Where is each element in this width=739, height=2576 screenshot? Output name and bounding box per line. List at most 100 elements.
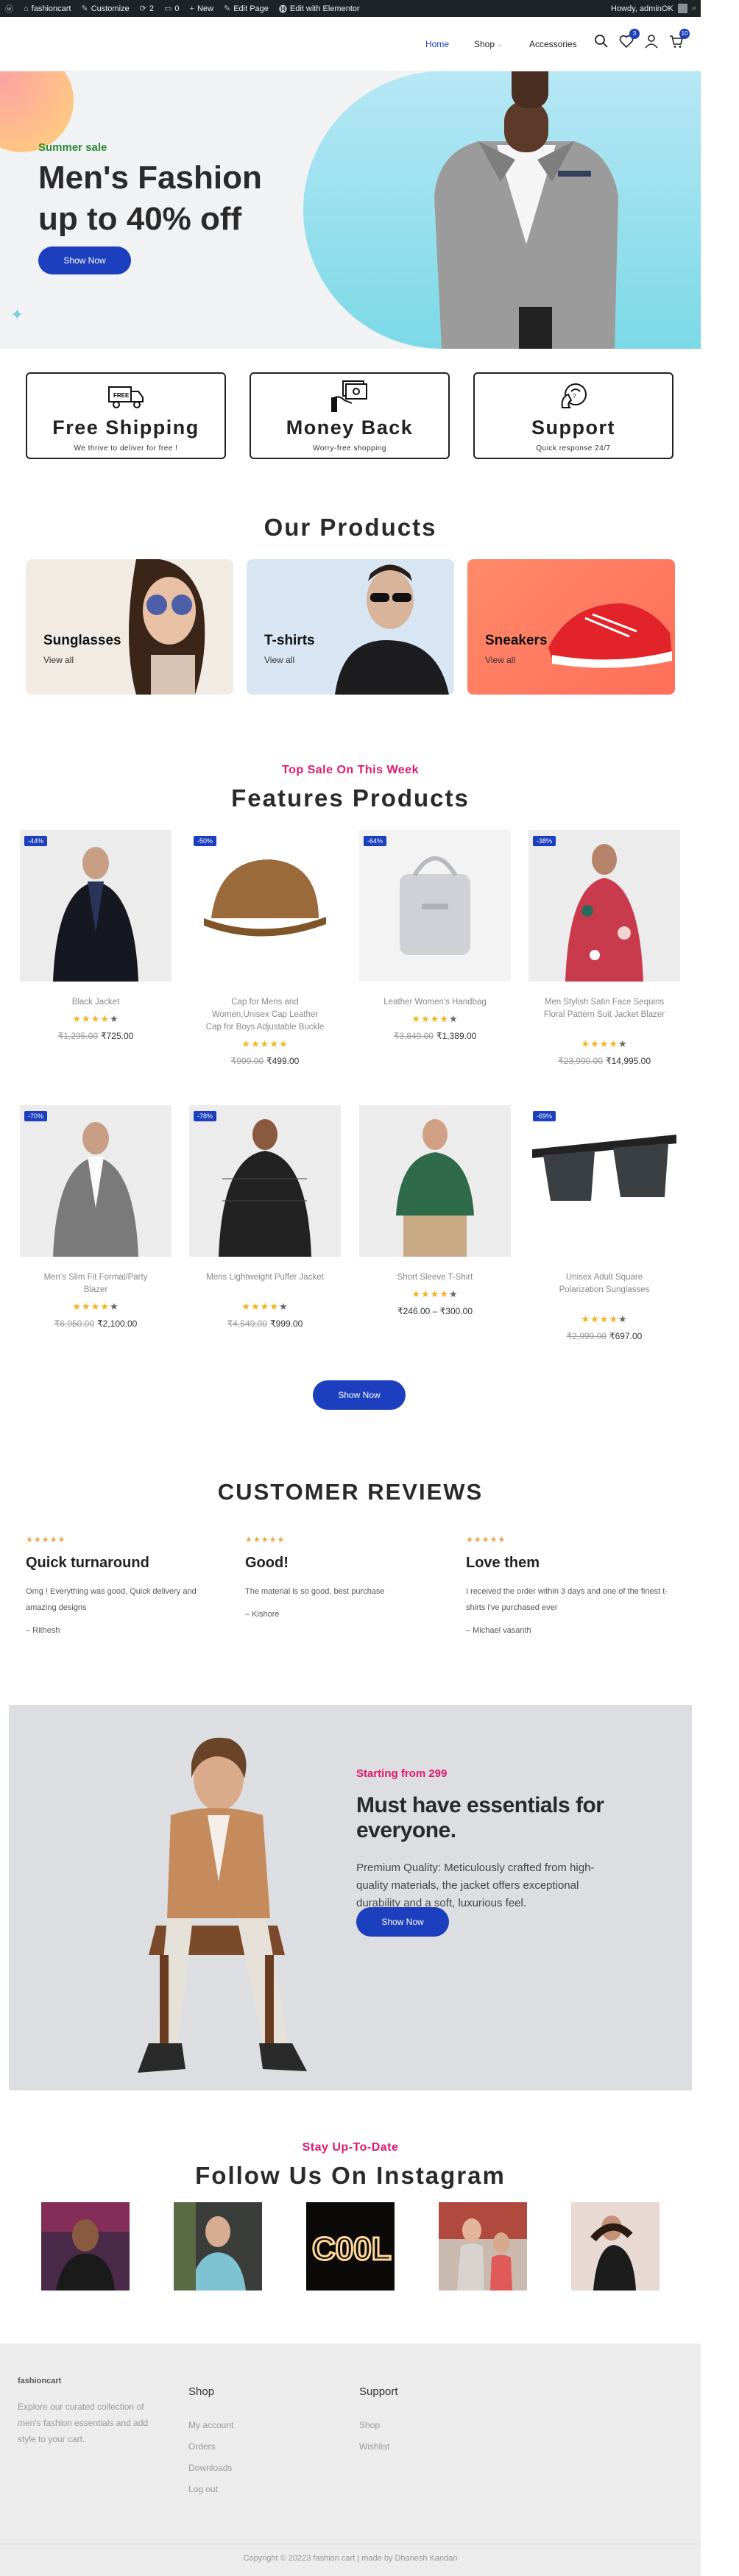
product-card[interactable]: -70% Men's Slim Fit Formal/Party Blazer ★★… — [20, 1105, 172, 1341]
footer-link-log-out[interactable]: Log out — [188, 2484, 218, 2494]
review-title: Good! — [245, 1555, 289, 1571]
product-image[interactable]: -50% — [189, 830, 341, 982]
category-card-sunglasses[interactable]: Sunglasses View all — [26, 559, 233, 695]
our-products-title: Our Products — [264, 514, 437, 541]
money-icon — [331, 380, 367, 412]
admin-bar: ⓦ ⌂ fashioncart ✎ Customize ⟳ 2 ▭ 0 + New ✎ Ed… — [0, 0, 701, 17]
instagram-photo[interactable] — [174, 2202, 262, 2291]
admin-comments-link[interactable]: ▭ 0 — [159, 0, 185, 17]
product-image[interactable]: -78% — [189, 1105, 341, 1257]
featured-show-now-button[interactable]: Show Now — [313, 1380, 406, 1410]
product-rating-stars: ★★★★★ — [411, 1288, 459, 1299]
promo-show-now-button[interactable]: Show Now — [356, 1907, 449, 1937]
admin-edit-page-link[interactable]: ✎ Edit Page — [219, 0, 274, 17]
product-name[interactable]: Black Jacket — [20, 996, 172, 1009]
wishlist-heart-icon[interactable]: 3 — [618, 29, 640, 49]
review-author: – Rithesh — [26, 1626, 60, 1635]
product-old-price: ₹1,295.00 — [57, 1031, 98, 1041]
instagram-title: Follow Us On Instagram — [195, 2162, 506, 2189]
product-card[interactable]: -44% Black Jacket ★★★★★ ₹1,295.00 ₹725.00 — [20, 830, 172, 1065]
product-name[interactable]: Unisex Adult Square Polarization Sunglas… — [528, 1271, 680, 1296]
nav-home[interactable]: Home — [425, 17, 449, 71]
product-name[interactable]: Short Sleeve T-Shirt — [359, 1271, 511, 1284]
avatar[interactable] — [677, 4, 687, 13]
product-card[interactable]: Short Sleeve T-Shirt ★★★★★ ₹246.00 – ₹300.… — [359, 1105, 511, 1341]
instagram-photo-image — [571, 2202, 660, 2291]
admin-user-greeting[interactable]: Howdy, adminOK — [611, 4, 673, 13]
product-name[interactable]: Cap for Mens and Women,Unisex Cap Leathe… — [189, 996, 341, 1034]
svg-text:FREE: FREE — [113, 392, 130, 399]
admin-elementor-link[interactable]: ⓮ Edit with Elementor — [274, 0, 365, 17]
footer-link-downloads[interactable]: Downloads — [188, 2463, 232, 2473]
review-body: The material is so good, best purchase — [245, 1587, 385, 1596]
admin-customize-link[interactable]: ✎ Customize — [76, 0, 134, 17]
category-view-all-link[interactable]: View all — [485, 655, 515, 665]
promo-body: Premium Quality: Meticulously crafted fr… — [356, 1862, 595, 1909]
product-name[interactable]: Men Stylish Satin Face Sequins Floral Pa… — [528, 996, 680, 1021]
review-body: I received the order within 3 days and o… — [466, 1587, 668, 1612]
feature-card-money-back: Money Back Worry-free shopping — [250, 372, 450, 459]
product-name[interactable]: Men's Slim Fit Formal/Party Blazer — [20, 1271, 172, 1296]
footer-brand: fashioncart — [18, 2377, 62, 2385]
promo-title: Must have essentials for everyone. — [356, 1793, 604, 1842]
product-name[interactable]: Leather Women's Handbag — [359, 996, 511, 1009]
product-card[interactable]: -78% Mens Lightweight Puffer Jacket ★★★★★ ₹… — [189, 1105, 341, 1341]
admin-updates-link[interactable]: ⟳ 2 — [135, 0, 159, 17]
product-card[interactable]: -69% Unisex Adult Square Polarization Sun… — [528, 1105, 680, 1341]
admin-new-link[interactable]: + New — [185, 0, 219, 17]
nav-accessories[interactable]: Accessories — [529, 17, 577, 71]
product-card[interactable]: -50% Cap for Mens and Women,Unisex Cap Le… — [189, 830, 341, 1066]
product-image[interactable]: -44% — [20, 830, 172, 982]
footer-link-my-account[interactable]: My account — [188, 2420, 233, 2430]
svg-text:?: ? — [573, 393, 576, 400]
admin-site-link[interactable]: ⌂ fashioncart — [18, 0, 76, 17]
search-icon[interactable] — [593, 33, 609, 49]
instagram-photo[interactable] — [41, 2202, 130, 2291]
footer-link-wishlist[interactable]: Wishlist — [359, 2441, 389, 2452]
product-card[interactable]: -38% Men Stylish Satin Face Sequins Flora… — [528, 830, 680, 1066]
footer-link-orders[interactable]: Orders — [188, 2441, 216, 2452]
feature-title: Money Back — [286, 416, 414, 439]
product-rating-stars: ★★★★★ — [581, 1313, 628, 1324]
wordpress-logo-icon[interactable]: ⓦ — [0, 0, 18, 17]
review-stars: ★★★★★ — [466, 1536, 506, 1544]
hero-show-now-button[interactable]: Show Now — [38, 246, 131, 274]
search-icon[interactable]: ⌕ — [692, 4, 696, 13]
product-rating-stars: ★★★★★ — [72, 1013, 119, 1024]
support-icon: ? — [561, 383, 587, 408]
product-image[interactable]: -70% — [20, 1105, 172, 1257]
product-name[interactable]: Mens Lightweight Puffer Jacket — [189, 1271, 341, 1284]
new-label: New — [197, 4, 213, 13]
category-view-all-link[interactable]: View all — [43, 655, 74, 665]
featured-title: Features Products — [231, 784, 470, 812]
product-card[interactable]: -64% Leather Women's Handbag ★★★★★ ₹3,849.0… — [359, 830, 511, 1065]
user-account-icon[interactable] — [643, 33, 660, 49]
product-price: ₹999.00 ₹499.00 — [189, 1056, 341, 1066]
product-old-price: ₹2,999.00 — [566, 1331, 607, 1341]
category-sneakers-image — [548, 603, 672, 668]
promo-eyebrow: Starting from 299 — [356, 1767, 448, 1780]
cart-icon[interactable]: 10 — [668, 29, 690, 49]
product-price: ₹6,950.00 ₹2,100.00 — [20, 1319, 172, 1329]
feature-title: Support — [531, 416, 615, 439]
product-image[interactable] — [359, 1105, 511, 1257]
pencil-icon: ✎ — [223, 4, 231, 13]
category-view-all-link[interactable]: View all — [264, 655, 294, 665]
review-card: ★★★★★ Love them I received the order wit… — [466, 1535, 669, 1635]
product-image[interactable]: -69% — [528, 1105, 680, 1257]
category-card-sneakers[interactable]: Sneakers View all — [467, 559, 675, 695]
product-image[interactable]: -64% — [359, 830, 511, 982]
instagram-photo[interactable] — [439, 2202, 527, 2291]
svg-text:C00L: C00L — [312, 2231, 392, 2267]
footer-link-shop[interactable]: Shop — [359, 2420, 380, 2430]
review-body: Omg ! Everything was good, Quick deliver… — [26, 1587, 197, 1612]
truck-icon: FREE — [108, 386, 144, 408]
category-card-tshirts[interactable]: T-shirts View all — [247, 559, 454, 695]
featured-eyebrow: Top Sale On This Week — [282, 764, 419, 776]
nav-shop[interactable]: Shop ⌄ — [474, 17, 503, 71]
footer-shop-heading: Shop — [188, 2385, 215, 2398]
product-current-price: ₹246.00 – ₹300.00 — [397, 1306, 473, 1316]
product-image[interactable]: -38% — [528, 830, 680, 982]
instagram-photo[interactable] — [571, 2202, 660, 2291]
instagram-photo[interactable]: C00L — [306, 2202, 395, 2291]
